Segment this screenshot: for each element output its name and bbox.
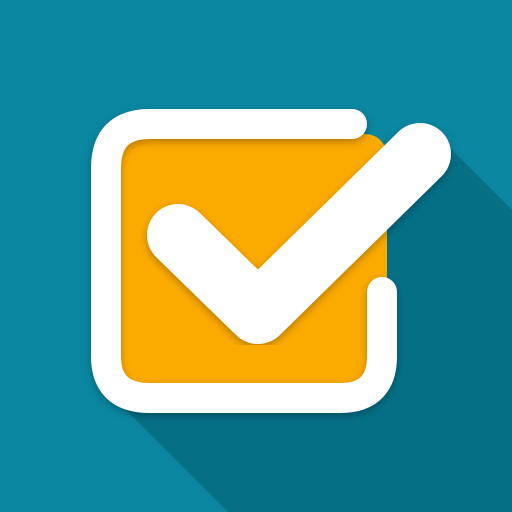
checkbox-checked-icon bbox=[0, 0, 512, 512]
